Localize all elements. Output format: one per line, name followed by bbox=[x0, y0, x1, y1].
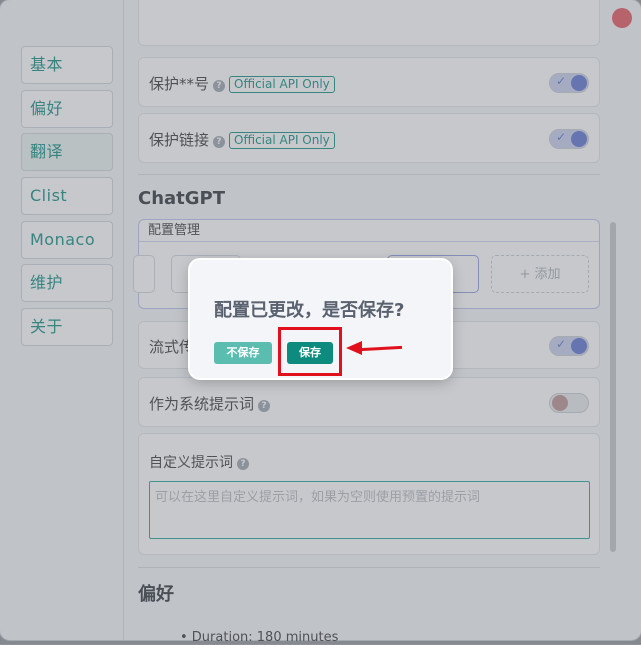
dialog-title: 配置已更改，是否保存? bbox=[214, 300, 405, 321]
dont-save-button[interactable]: 不保存 bbox=[214, 342, 272, 364]
annotation-arrow-icon bbox=[346, 341, 362, 355]
save-highlight-box bbox=[278, 327, 342, 376]
